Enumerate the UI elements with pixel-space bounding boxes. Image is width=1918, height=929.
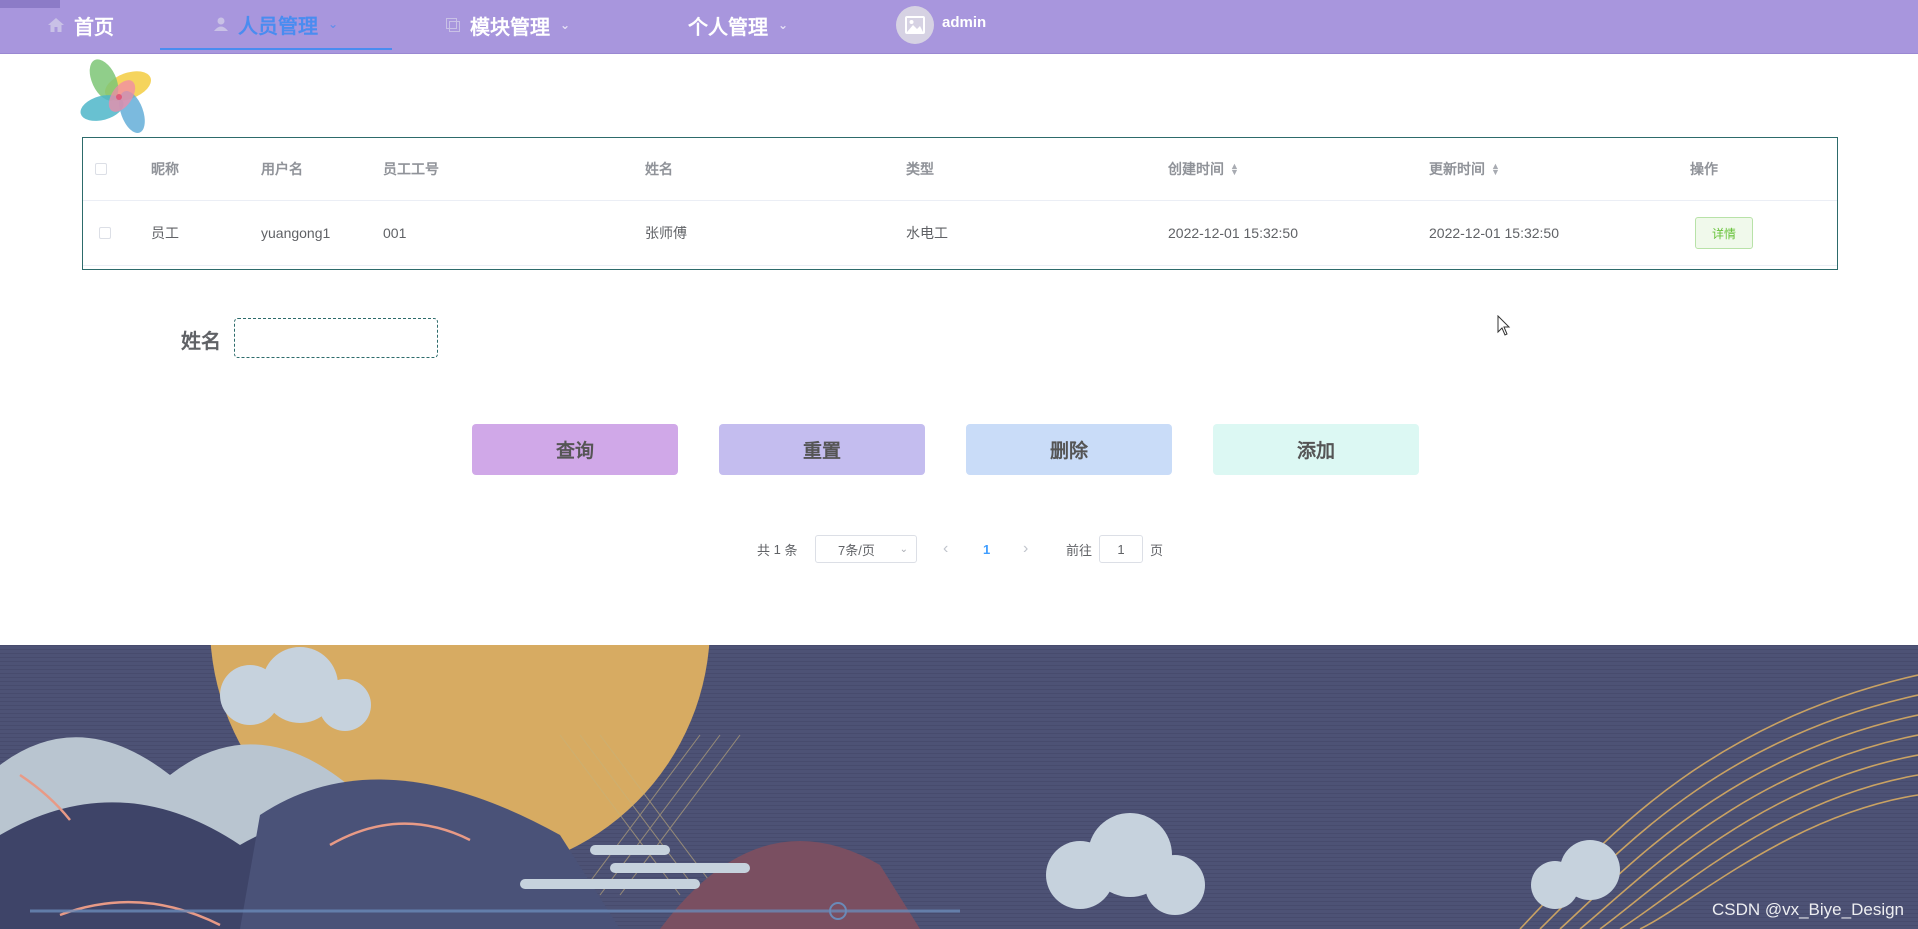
total-prefix: 共 bbox=[757, 542, 771, 558]
chevron-down-icon: ⌄ bbox=[560, 18, 571, 32]
watermark-text: CSDN @vx_Biye_Design bbox=[1711, 900, 1904, 919]
nav-item-personal[interactable]: 个人管理 ⌄ bbox=[688, 0, 788, 50]
page-size-value: 7条/页 bbox=[838, 542, 875, 558]
col-updated[interactable]: 更新时间 ▲ ▼ bbox=[1429, 138, 1500, 200]
goto-suffix: 页 bbox=[1150, 542, 1164, 558]
home-icon bbox=[48, 13, 64, 37]
landscape-illustration bbox=[0, 645, 1918, 929]
table-row: 员工 yuangong1 001 张师傅 水电工 2022-12-01 15:3… bbox=[83, 201, 1837, 266]
username-label[interactable]: admin bbox=[942, 14, 986, 31]
col-username: 用户名 bbox=[261, 161, 303, 177]
table-header: 昵称 用户名 员工工号 姓名 类型 创建时间 ▲ ▼ 更新时间 ▲ ▼ 操作 bbox=[83, 138, 1837, 201]
next-page-icon[interactable]: › bbox=[1023, 534, 1028, 564]
search-label: 姓名 bbox=[181, 329, 221, 353]
nav-label-personal: 个人管理 bbox=[688, 14, 768, 39]
top-nav: 首页 人员管理 ⌄ 模块管理 ⌄ 个人管理 ⌄ admin bbox=[0, 0, 1918, 54]
page-size-select[interactable]: 7条/页 ⌄ bbox=[815, 535, 917, 563]
nav-item-staff[interactable]: 人员管理 ⌄ bbox=[160, 0, 392, 50]
cell-type: 水电工 bbox=[906, 225, 948, 241]
reset-button[interactable]: 重置 bbox=[719, 424, 925, 475]
cell-username: yuangong1 bbox=[261, 225, 331, 241]
total-count: 1 bbox=[773, 541, 781, 557]
cell-created: 2022-12-01 15:32:50 bbox=[1168, 225, 1298, 241]
pagination: 共 1 条 7条/页 ⌄ ‹ 1 › 前往 1 页 bbox=[0, 534, 1918, 564]
cell-name: 张师傅 bbox=[645, 225, 687, 241]
nav-item-modules[interactable]: 模块管理 ⌄ bbox=[446, 0, 570, 50]
chevron-down-icon: ⌄ bbox=[328, 17, 339, 31]
select-all-checkbox[interactable] bbox=[95, 138, 107, 200]
prev-page-icon[interactable]: ‹ bbox=[943, 534, 948, 564]
col-type: 类型 bbox=[906, 161, 934, 177]
avatar[interactable] bbox=[896, 6, 934, 44]
nav-label-home: 首页 bbox=[74, 14, 114, 39]
chevron-down-icon: ⌄ bbox=[778, 18, 789, 32]
detail-cell: 详情 bbox=[1695, 201, 1753, 265]
delete-button[interactable]: 删除 bbox=[966, 424, 1172, 475]
cell-nickname: 员工 bbox=[151, 225, 179, 241]
name-search-input[interactable] bbox=[234, 318, 438, 358]
nav-label-staff: 人员管理 bbox=[238, 13, 318, 38]
col-name: 姓名 bbox=[645, 161, 673, 177]
goto-page-input[interactable]: 1 bbox=[1099, 535, 1143, 563]
query-button[interactable]: 查询 bbox=[472, 424, 678, 475]
col-emp-no: 员工工号 bbox=[383, 161, 439, 177]
staff-table: 昵称 用户名 员工工号 姓名 类型 创建时间 ▲ ▼ 更新时间 ▲ ▼ 操作 员工 … bbox=[82, 137, 1838, 270]
col-action: 操作 bbox=[1690, 161, 1718, 177]
row-checkbox[interactable] bbox=[99, 201, 111, 265]
cell-emp-no: 001 bbox=[383, 225, 407, 241]
page-number-current[interactable]: 1 bbox=[983, 534, 990, 564]
image-icon bbox=[905, 16, 925, 34]
nav-item-home[interactable]: 首页 bbox=[48, 0, 114, 50]
pinwheel-logo bbox=[80, 59, 151, 134]
nav-label-modules: 模块管理 bbox=[470, 14, 550, 39]
sort-icon[interactable]: ▲ ▼ bbox=[1230, 162, 1239, 177]
module-icon bbox=[446, 13, 460, 37]
col-created-label: 创建时间 bbox=[1168, 161, 1224, 177]
add-button[interactable]: 添加 bbox=[1213, 424, 1419, 475]
col-updated-label: 更新时间 bbox=[1429, 161, 1485, 177]
detail-button[interactable]: 详情 bbox=[1695, 217, 1753, 249]
cursor-icon bbox=[1497, 315, 1511, 336]
footer-banner: CSDN @vx_Biye_Design bbox=[0, 645, 1918, 929]
goto-prefix: 前往 bbox=[1066, 542, 1093, 558]
user-icon bbox=[214, 12, 228, 36]
total-suffix: 条 bbox=[784, 542, 798, 558]
col-nickname: 昵称 bbox=[151, 161, 179, 177]
chevron-down-icon: ⌄ bbox=[899, 543, 908, 555]
col-created[interactable]: 创建时间 ▲ ▼ bbox=[1168, 138, 1239, 200]
sort-icon[interactable]: ▲ ▼ bbox=[1491, 162, 1500, 177]
cell-updated: 2022-12-01 15:32:50 bbox=[1429, 225, 1559, 241]
pagination-total: 共 1 条 bbox=[757, 534, 798, 564]
